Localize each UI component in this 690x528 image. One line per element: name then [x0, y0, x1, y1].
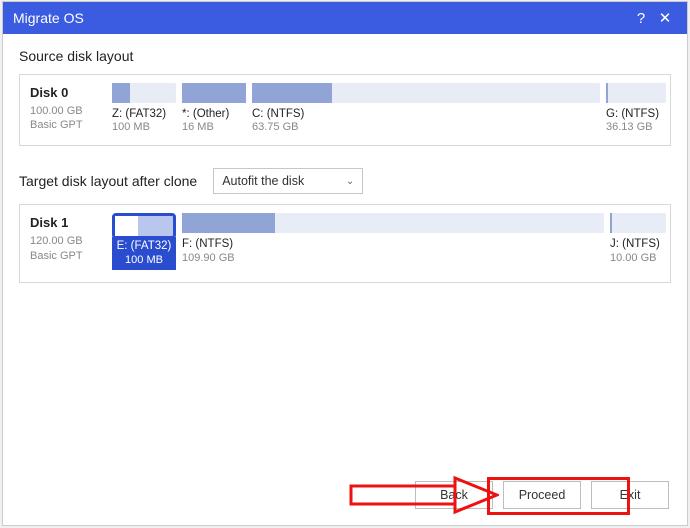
- disk-name: Disk 1: [30, 215, 104, 230]
- window-title: Migrate OS: [13, 10, 84, 26]
- disk-style: Basic GPT: [30, 249, 104, 263]
- partition[interactable]: Z: (FAT32) 100 MB: [112, 83, 176, 133]
- partition[interactable]: F: (NTFS) 109.90 GB: [182, 213, 604, 263]
- close-icon[interactable]: ✕: [653, 9, 677, 27]
- disk-size: 100.00 GB: [30, 104, 104, 118]
- content-area: Source disk layout Disk 0 100.00 GB Basi…: [3, 34, 687, 471]
- disk-name: Disk 0: [30, 85, 104, 100]
- fit-mode-dropdown[interactable]: Autofit the disk ⌄: [213, 168, 363, 194]
- partition[interactable]: *: (Other) 16 MB: [182, 83, 246, 133]
- titlebar: Migrate OS ? ✕: [3, 2, 687, 34]
- target-layout-label: Target disk layout after clone: [19, 173, 197, 189]
- partition[interactable]: C: (NTFS) 63.75 GB: [252, 83, 600, 133]
- partition[interactable]: J: (NTFS) 10.00 GB: [610, 213, 666, 263]
- exit-button[interactable]: Exit: [591, 481, 669, 509]
- help-icon[interactable]: ?: [629, 10, 653, 27]
- proceed-button[interactable]: Proceed: [503, 481, 581, 509]
- footer: Back Proceed Exit: [3, 471, 687, 525]
- dropdown-value: Autofit the disk: [222, 174, 304, 188]
- source-disk-info: Disk 0 100.00 GB Basic GPT: [30, 83, 104, 133]
- disk-size: 120.00 GB: [30, 234, 104, 248]
- partition[interactable]: G: (NTFS) 36.13 GB: [606, 83, 666, 133]
- target-disk-box: Disk 1 120.00 GB Basic GPT E: (FAT32) 10…: [19, 204, 671, 282]
- chevron-down-icon: ⌄: [346, 176, 354, 187]
- target-partitions: E: (FAT32) 100 MB F: (NTFS) 109.90 GB J:…: [112, 213, 666, 269]
- target-disk-info: Disk 1 120.00 GB Basic GPT: [30, 213, 104, 263]
- source-layout-label: Source disk layout: [19, 48, 671, 64]
- partition-selected[interactable]: E: (FAT32) 100 MB: [112, 213, 176, 269]
- back-button[interactable]: Back: [415, 481, 493, 509]
- migrate-os-dialog: Migrate OS ? ✕ Source disk layout Disk 0…: [2, 1, 688, 526]
- source-disk-box: Disk 0 100.00 GB Basic GPT Z: (FAT32) 10…: [19, 74, 671, 146]
- disk-style: Basic GPT: [30, 118, 104, 132]
- source-partitions: Z: (FAT32) 100 MB *: (Other) 16 MB C: (N…: [112, 83, 666, 133]
